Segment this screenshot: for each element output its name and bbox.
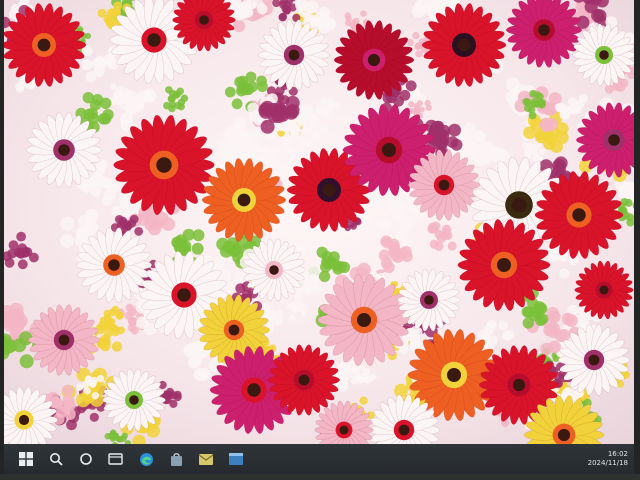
edge-button[interactable] bbox=[132, 445, 160, 473]
app-window-icon bbox=[229, 453, 243, 465]
file-explorer-icon bbox=[108, 453, 123, 465]
photo-of-monitor: 16:02 2024/11/18 bbox=[0, 0, 640, 480]
system-clock[interactable]: 16:02 2024/11/18 bbox=[588, 447, 628, 471]
desktop-wallpaper bbox=[4, 0, 634, 444]
taskbar: 16:02 2024/11/18 bbox=[4, 444, 634, 474]
mail-icon bbox=[198, 453, 214, 465]
monitor-bezel bbox=[0, 474, 640, 480]
file-explorer-button[interactable] bbox=[102, 445, 130, 473]
start-button[interactable] bbox=[12, 445, 40, 473]
monitor-screen: 16:02 2024/11/18 bbox=[4, 0, 634, 474]
task-view-icon bbox=[80, 453, 92, 465]
edge-browser-icon bbox=[139, 452, 153, 466]
clock-time: 16:02 bbox=[607, 450, 628, 458]
store-button[interactable] bbox=[162, 445, 190, 473]
search-icon bbox=[50, 453, 63, 466]
store-bag-icon bbox=[170, 452, 182, 466]
app-button[interactable] bbox=[222, 445, 250, 473]
search-button[interactable] bbox=[42, 445, 70, 473]
mail-button[interactable] bbox=[192, 445, 220, 473]
task-view-button[interactable] bbox=[72, 445, 100, 473]
windows-logo-icon bbox=[19, 452, 33, 466]
clock-date: 2024/11/18 bbox=[587, 459, 628, 467]
